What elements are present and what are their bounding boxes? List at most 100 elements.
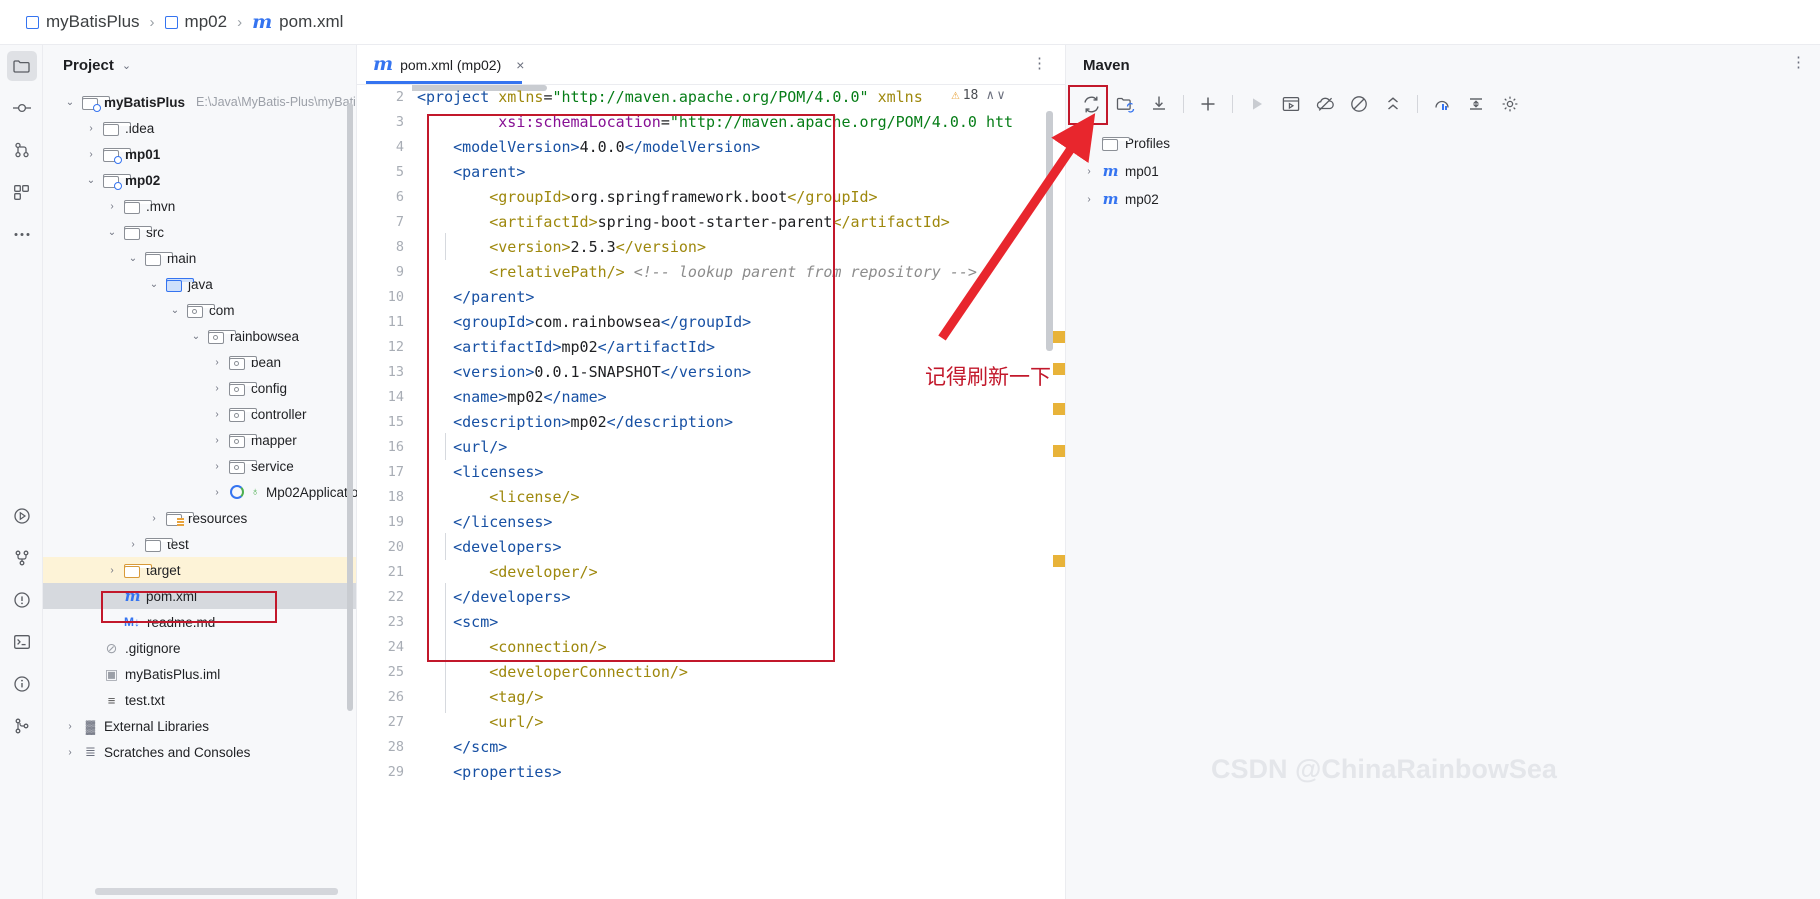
- tree-node-rainbowsea[interactable]: ⌄ rainbowsea: [43, 323, 356, 349]
- chevron-right-icon[interactable]: ›: [210, 461, 224, 472]
- tree-node-gitignore[interactable]: ⊘ .gitignore: [43, 635, 356, 661]
- code-line[interactable]: <developers>: [417, 535, 1065, 560]
- maven-options-icon[interactable]: ⋮: [1791, 55, 1806, 70]
- code-line[interactable]: <groupId>org.springframework.boot</group…: [417, 185, 1065, 210]
- tree-node-mp01[interactable]: › mp01: [43, 141, 356, 167]
- tree-node-readme-md[interactable]: M↓ readme.md: [43, 609, 356, 635]
- editor-marker[interactable]: [1053, 555, 1065, 567]
- project-pane-scrollbar[interactable]: [347, 103, 353, 711]
- maven-settings-button[interactable]: [1493, 89, 1527, 119]
- maven-tree-node-profiles[interactable]: › Profiles: [1066, 129, 1820, 157]
- editor-marker[interactable]: [1053, 363, 1065, 375]
- tree-node-controller[interactable]: › controller: [43, 401, 356, 427]
- chevron-right-icon[interactable]: ›: [210, 357, 224, 368]
- tree-node-mybatisplus-iml[interactable]: ▣ myBatisPlus.iml: [43, 661, 356, 687]
- skip-tests-button[interactable]: [1342, 89, 1376, 119]
- chevron-down-icon[interactable]: ⌄: [189, 331, 203, 342]
- chevron-down-icon[interactable]: ⌄: [105, 227, 119, 238]
- code-line[interactable]: <version>2.5.3</version>: [417, 235, 1065, 260]
- editor-scrollbar-thumb[interactable]: [1046, 111, 1053, 351]
- run-maven-goal-button[interactable]: [1240, 89, 1274, 119]
- tab-pom-xml[interactable]: m pom.xml (mp02) ×: [357, 45, 534, 85]
- code-line[interactable]: <modelVersion>4.0.0</modelVersion>: [417, 135, 1065, 160]
- tree-node-com[interactable]: ⌄ com: [43, 297, 356, 323]
- maven-tree-node-mp02[interactable]: › m mp02: [1066, 185, 1820, 213]
- tree-node-main[interactable]: ⌄ main: [43, 245, 356, 271]
- tree-node-target[interactable]: › target: [43, 557, 356, 583]
- code-line[interactable]: <tag/>: [417, 685, 1065, 710]
- code-editor[interactable]: 2 3 4 5 6 7 8 9 10 11 12 13 14 15 16 17 18 19 20 21 22 23 24 25…: [357, 85, 1065, 899]
- editor-marker[interactable]: [1053, 403, 1065, 415]
- tree-node-resources[interactable]: › resources: [43, 505, 356, 531]
- chevron-down-icon[interactable]: ⌄: [147, 279, 161, 290]
- chevron-down-icon[interactable]: ⌄: [168, 305, 182, 316]
- code-line[interactable]: <description>mp02</description>: [417, 410, 1065, 435]
- chevron-right-icon[interactable]: ›: [63, 747, 77, 758]
- code-line[interactable]: <groupId>com.rainbowsea</groupId>: [417, 310, 1065, 335]
- chevron-down-icon[interactable]: ⌄: [126, 253, 140, 264]
- tree-node-src[interactable]: ⌄ src: [43, 219, 356, 245]
- rail-button-project[interactable]: [0, 45, 43, 87]
- chevron-down-icon[interactable]: ⌄: [84, 175, 98, 186]
- chevron-right-icon[interactable]: ›: [63, 721, 77, 732]
- chevron-right-icon[interactable]: ›: [105, 565, 119, 576]
- execute-maven-goal-button[interactable]: [1274, 89, 1308, 119]
- rail-button-git[interactable]: [0, 537, 43, 579]
- tree-node-config[interactable]: › config: [43, 375, 356, 401]
- breadcrumb-item-project[interactable]: myBatisPlus: [26, 12, 140, 32]
- code-line[interactable]: <artifactId>spring-boot-starter-parent</…: [417, 210, 1065, 235]
- rail-button-version-control[interactable]: [0, 705, 43, 747]
- show-dependencies-button[interactable]: [1425, 89, 1459, 119]
- code-line[interactable]: <license/>: [417, 485, 1065, 510]
- tree-node-bean[interactable]: › bean: [43, 349, 356, 375]
- editor-options-icon[interactable]: ⋮: [1032, 56, 1047, 71]
- code-line[interactable]: <artifactId>mp02</artifactId>: [417, 335, 1065, 360]
- code-line[interactable]: <parent>: [417, 160, 1065, 185]
- close-icon[interactable]: ×: [516, 57, 524, 73]
- rail-button-structure[interactable]: [0, 171, 43, 213]
- chevron-right-icon[interactable]: ›: [105, 201, 119, 212]
- maven-tree-node-mp01[interactable]: › m mp01: [1066, 157, 1820, 185]
- code-line[interactable]: <licenses>: [417, 460, 1065, 485]
- code-line[interactable]: </developers>: [417, 585, 1065, 610]
- chevron-right-icon[interactable]: ›: [210, 383, 224, 394]
- rail-button-notifications[interactable]: [0, 663, 43, 705]
- tree-node-mapper[interactable]: › mapper: [43, 427, 356, 453]
- collapse-all-button[interactable]: [1376, 89, 1410, 119]
- chevron-right-icon[interactable]: ›: [147, 513, 161, 524]
- chevron-right-icon[interactable]: ›: [1082, 166, 1096, 177]
- rail-button-more[interactable]: [0, 213, 43, 255]
- tree-node-pom-xml[interactable]: m pom.xml: [43, 583, 356, 609]
- editor-marker[interactable]: [1053, 331, 1065, 343]
- inspection-widget[interactable]: ⚠ 18 ∧ ∨: [949, 85, 1007, 106]
- tree-node-mybatisplus[interactable]: ⌄ myBatisPlus E:\Java\MyBatis-Plus\myBati: [43, 89, 356, 115]
- chevron-right-icon[interactable]: ›: [210, 435, 224, 446]
- project-pane-horizontal-scrollbar[interactable]: [95, 888, 338, 895]
- code-line[interactable]: </licenses>: [417, 510, 1065, 535]
- add-maven-project-button[interactable]: [1191, 89, 1225, 119]
- rail-button-pull-requests[interactable]: [0, 129, 43, 171]
- chevron-right-icon[interactable]: ›: [1082, 194, 1096, 205]
- rail-button-commit[interactable]: [0, 87, 43, 129]
- tree-node-mp02applicatio[interactable]: › ♁ Mp02Applicatio: [43, 479, 358, 505]
- code-line[interactable]: <url/>: [417, 435, 1065, 460]
- rail-button-terminal[interactable]: [0, 621, 43, 663]
- tree-node-scratches-and-consoles[interactable]: › ≣ Scratches and Consoles: [43, 739, 356, 765]
- tree-node-test-txt[interactable]: ≡ test.txt: [43, 687, 356, 713]
- chevron-right-icon[interactable]: ›: [1082, 138, 1096, 149]
- chevron-right-icon[interactable]: ›: [210, 487, 224, 498]
- code-line[interactable]: xsi:schemaLocation="http://maven.apache.…: [417, 110, 1065, 135]
- tree-node-external-libraries[interactable]: › ▓ External Libraries: [43, 713, 356, 739]
- chevron-down-icon[interactable]: ⌄: [122, 59, 131, 72]
- breadcrumb-item-module[interactable]: mp02: [164, 12, 227, 32]
- chevron-right-icon[interactable]: ›: [126, 539, 140, 550]
- chevron-down-icon[interactable]: ⌄: [63, 97, 77, 108]
- code-lines[interactable]: <project xmlns="http://maven.apache.org/…: [417, 85, 1065, 785]
- tree-node-java[interactable]: ⌄ java: [43, 271, 356, 297]
- code-line[interactable]: <connection/>: [417, 635, 1065, 660]
- code-line[interactable]: <relativePath/> <!-- lookup parent from …: [417, 260, 1065, 285]
- chevron-right-icon[interactable]: ›: [210, 409, 224, 420]
- download-sources-button[interactable]: [1142, 89, 1176, 119]
- project-tree[interactable]: ⌄ myBatisPlus E:\Java\MyBatis-Plus\myBati ›…: [43, 85, 358, 765]
- chevron-right-icon[interactable]: ›: [84, 123, 98, 134]
